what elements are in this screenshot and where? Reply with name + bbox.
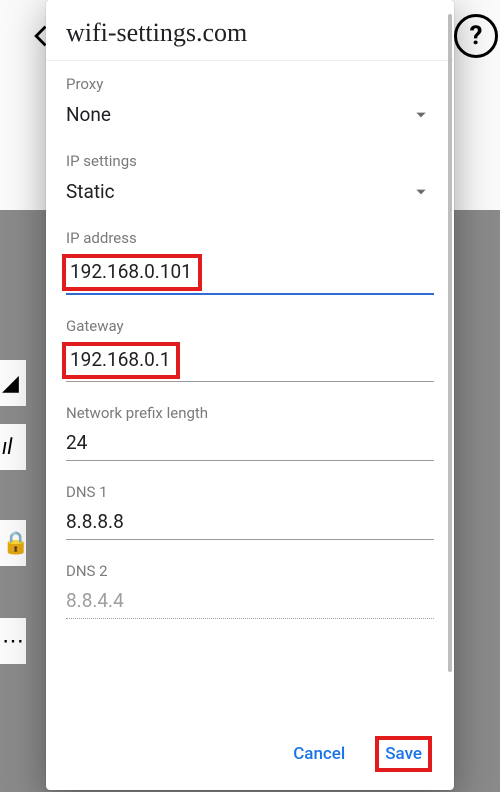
chevron-down-icon [414,108,428,122]
save-button[interactable]: Save [375,736,432,772]
ip-address-highlight: 192.168.0.101 [62,254,202,291]
ip-settings-label: IP settings [66,152,434,170]
proxy-field: Proxy None [66,75,434,130]
proxy-value: None [66,103,111,126]
help-icon: ? [454,14,498,58]
ip-address-input[interactable]: 192.168.0.101 [66,253,434,295]
prefix-input[interactable]: 24 [66,428,434,461]
proxy-label: Proxy [66,75,434,93]
ip-settings-field: IP settings Static [66,152,434,207]
chevron-down-icon [414,185,428,199]
dns1-input[interactable]: 8.8.8.8 [66,507,434,540]
prefix-value: 24 [66,431,87,454]
dialog-actions: Cancel Save [46,724,454,790]
proxy-dropdown[interactable]: None [66,99,434,130]
dns2-placeholder: 8.8.4.4 [66,589,124,612]
dialog-title: wifi-settings.com [46,0,454,61]
gateway-input[interactable]: 192.168.0.1 [66,341,434,382]
background-lock-icon: 🔒 [0,520,26,566]
background-more-icon: ⋯ [0,618,26,664]
background-wifi-icon: ◢ [0,360,26,406]
wifi-settings-dialog: wifi-settings.com Proxy None IP settings… [46,0,454,790]
cancel-button[interactable]: Cancel [285,736,353,772]
dns1-field: DNS 1 8.8.8.8 [66,483,434,540]
gateway-label: Gateway [66,317,434,335]
gateway-field: Gateway 192.168.0.1 [66,317,434,382]
prefix-label: Network prefix length [66,404,434,422]
dns1-value: 8.8.8.8 [66,510,124,533]
dialog-body: Proxy None IP settings Static IP address [46,61,454,724]
dns1-label: DNS 1 [66,483,434,501]
ip-address-label: IP address [66,229,434,247]
dns2-field: DNS 2 8.8.4.4 [66,562,434,619]
background-signal-icon: ıl [0,424,26,470]
scrollbar[interactable] [448,14,452,672]
gateway-value: 192.168.0.1 [70,348,170,371]
gateway-highlight: 192.168.0.1 [62,342,180,379]
prefix-field: Network prefix length 24 [66,404,434,461]
dns2-label: DNS 2 [66,562,434,580]
ip-settings-dropdown[interactable]: Static [66,176,434,207]
ip-address-field: IP address 192.168.0.101 [66,229,434,295]
dns2-input[interactable]: 8.8.4.4 [66,586,434,619]
ip-settings-value: Static [66,180,115,203]
ip-address-value: 192.168.0.101 [70,260,192,283]
